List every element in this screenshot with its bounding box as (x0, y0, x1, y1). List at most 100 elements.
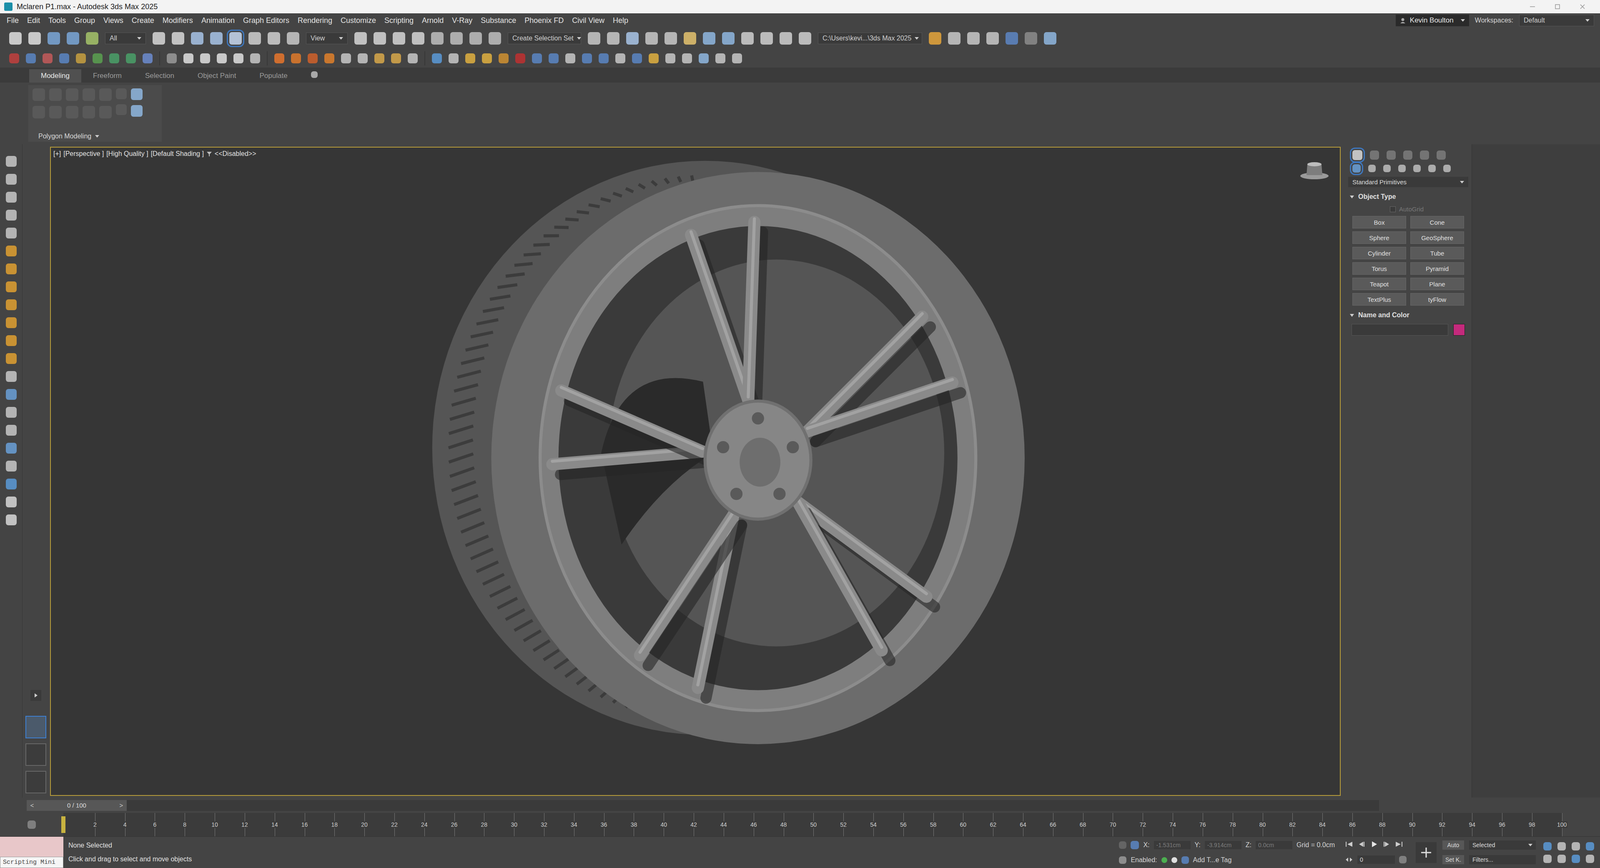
panel-tab-icon[interactable] (1419, 150, 1430, 160)
tool-icon[interactable] (431, 32, 444, 45)
modeling-tool-icon[interactable] (82, 88, 96, 101)
tool-icon[interactable] (682, 53, 693, 64)
category-icon[interactable] (1443, 164, 1451, 173)
tool-icon[interactable] (515, 53, 526, 64)
tool-icon[interactable] (216, 53, 227, 64)
tool-icon[interactable] (166, 53, 177, 64)
menu-item[interactable]: Views (99, 14, 128, 27)
layout-button[interactable] (25, 715, 47, 739)
modeling-tool-icon[interactable] (65, 105, 79, 119)
tool-icon[interactable] (5, 335, 17, 347)
tool-icon[interactable] (488, 32, 502, 45)
tool-icon[interactable] (109, 53, 120, 64)
tool-icon[interactable] (741, 32, 754, 45)
tool-icon[interactable] (407, 53, 418, 64)
tool-icon[interactable] (142, 53, 153, 64)
menu-item[interactable]: Rendering (293, 14, 337, 27)
tool-icon[interactable] (250, 53, 261, 64)
tool-icon[interactable] (290, 53, 301, 64)
primitive-button[interactable]: Cylinder (1352, 246, 1407, 260)
tool-icon[interactable] (5, 371, 17, 382)
tool-icon[interactable] (626, 32, 639, 45)
play-icon[interactable] (1369, 840, 1379, 848)
tool-icon[interactable] (665, 53, 676, 64)
tool-icon[interactable] (715, 53, 726, 64)
panel-tab-icon[interactable] (1403, 150, 1413, 160)
workspace-dropdown[interactable]: Default (1519, 14, 1595, 27)
tool-icon[interactable] (28, 32, 41, 45)
ribbon-options[interactable] (299, 68, 330, 83)
tool-icon[interactable] (374, 53, 385, 64)
primitive-button[interactable]: TextPlus (1352, 293, 1407, 306)
auto-key-button[interactable]: Auto (1442, 840, 1465, 850)
tool-icon[interactable] (606, 32, 620, 45)
tool-icon[interactable] (324, 53, 335, 64)
navigation-icon[interactable] (1557, 842, 1566, 851)
tool-icon[interactable] (5, 496, 17, 508)
tool-icon[interactable] (66, 32, 80, 45)
tool-icon[interactable] (200, 53, 211, 64)
modeling-tool-icon[interactable] (115, 88, 127, 100)
tool-icon[interactable] (779, 32, 793, 45)
tool-icon[interactable] (5, 299, 17, 311)
category-icon[interactable] (1398, 164, 1406, 173)
menu-item[interactable]: V-Ray (447, 14, 477, 27)
set-key-mode-button[interactable]: Set K. (1442, 855, 1465, 865)
modeling-tool-icon[interactable] (82, 105, 96, 119)
tool-icon[interactable] (59, 53, 70, 64)
tool-icon[interactable] (798, 32, 812, 45)
primitive-button[interactable]: Box (1352, 215, 1407, 229)
next-frame-icon[interactable] (1382, 840, 1391, 848)
menu-item[interactable]: Animation (197, 14, 239, 27)
adaptive-degradation-icon[interactable] (1118, 856, 1127, 864)
user-account[interactable]: Kevin Boulton (1395, 14, 1470, 27)
tool-icon[interactable] (498, 53, 509, 64)
viewport-label-item[interactable]: [+] (53, 150, 61, 158)
restore-icon[interactable] (1554, 3, 1561, 11)
category-icon[interactable] (1413, 164, 1421, 173)
tool-icon[interactable] (233, 53, 244, 64)
tool-icon[interactable] (5, 388, 17, 400)
ribbon-tab[interactable]: Object Paint (185, 69, 249, 83)
wheel-model[interactable] (50, 147, 1340, 795)
selection-filter-dropdown[interactable]: All (105, 32, 146, 45)
tool-icon[interactable] (565, 53, 576, 64)
move-icon[interactable] (229, 32, 242, 45)
tool-icon[interactable] (598, 53, 609, 64)
tool-icon[interactable] (392, 32, 406, 45)
menu-item[interactable]: Graph Editors (238, 14, 294, 27)
menu-item[interactable]: Create (127, 14, 159, 27)
tool-icon[interactable] (5, 353, 17, 364)
tool-icon[interactable] (431, 53, 442, 64)
category-icon[interactable] (1368, 164, 1376, 173)
rollout-header[interactable]: Object Type (1348, 191, 1469, 203)
tool-icon[interactable] (5, 460, 17, 472)
previous-frame-button[interactable]: < (26, 801, 38, 809)
next-frame-button[interactable]: > (115, 801, 127, 809)
modeling-tool-icon[interactable] (99, 88, 112, 101)
menu-item[interactable]: Modifiers (158, 14, 198, 27)
tool-icon[interactable] (42, 53, 53, 64)
menu-item[interactable]: Customize (336, 14, 381, 27)
add-time-tag[interactable]: Add T...e Tag (1193, 856, 1232, 864)
geometry-icon[interactable] (1352, 164, 1361, 173)
tool-icon[interactable] (152, 32, 166, 45)
menu-item[interactable]: Phoenix FD (520, 14, 568, 27)
tool-icon[interactable] (307, 53, 318, 64)
maxscript-input[interactable] (0, 836, 64, 857)
previous-frame-icon[interactable] (1357, 840, 1366, 848)
tool-icon[interactable] (5, 406, 17, 418)
modeling-tool-icon[interactable] (32, 105, 46, 119)
go-to-end-icon[interactable] (1394, 840, 1404, 848)
modeling-tool-icon[interactable] (49, 88, 62, 101)
tool-icon[interactable] (171, 32, 185, 45)
tool-icon[interactable] (722, 32, 735, 45)
viewport-label-item[interactable]: [Default Shading ] (150, 150, 204, 158)
tool-icon[interactable] (267, 32, 281, 45)
menu-item[interactable]: File (2, 14, 23, 27)
tool-icon[interactable] (986, 32, 999, 45)
tool-icon[interactable] (341, 53, 352, 64)
tool-icon[interactable] (615, 53, 626, 64)
tool-icon[interactable] (274, 53, 285, 64)
object-name-field[interactable] (1351, 323, 1449, 336)
